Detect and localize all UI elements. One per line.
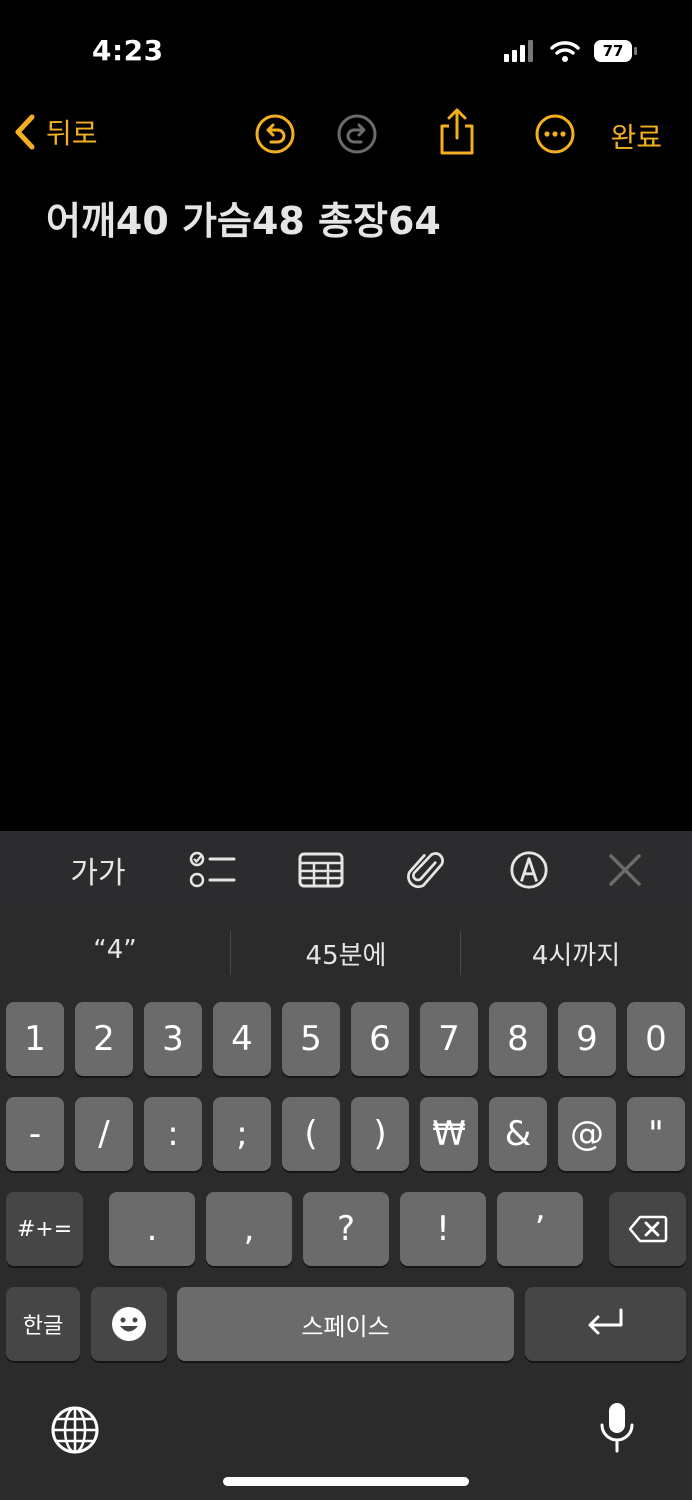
backspace-key[interactable]	[609, 1192, 686, 1266]
key[interactable]: ,	[206, 1192, 292, 1266]
key[interactable]: &	[489, 1097, 547, 1171]
status-icons: 77	[504, 40, 637, 62]
back-button[interactable]: 뒤로	[14, 112, 98, 152]
battery-indicator: 77	[594, 40, 637, 62]
key[interactable]: @	[558, 1097, 616, 1171]
chevron-left-icon	[15, 114, 35, 150]
suggestion-item[interactable]: 4시까지	[461, 935, 691, 972]
key[interactable]: 4	[213, 1002, 271, 1076]
emoji-key[interactable]	[91, 1287, 167, 1361]
emoji-icon	[112, 1307, 146, 1341]
key[interactable]: 8	[489, 1002, 547, 1076]
suggestion-item[interactable]: “4”	[0, 935, 230, 965]
markup-pen-icon[interactable]	[508, 850, 550, 890]
key[interactable]: .	[109, 1192, 195, 1266]
done-button[interactable]: 완료	[610, 116, 662, 156]
key[interactable]: ;	[213, 1097, 271, 1171]
key[interactable]: ’	[497, 1192, 583, 1266]
key[interactable]: ₩	[420, 1097, 478, 1171]
format-toolbar: 가가	[0, 831, 692, 909]
battery-level: 77	[602, 42, 624, 60]
key[interactable]: )	[351, 1097, 409, 1171]
more-options-icon[interactable]	[534, 113, 576, 155]
wifi-icon	[550, 41, 580, 62]
keyboard: “4” 45분에 4시까지 1 2 3 4 5 6 7 8 9 0 - / : …	[0, 909, 692, 1500]
status-time: 4:23	[92, 34, 164, 67]
undo-icon[interactable]	[254, 113, 296, 155]
checklist-icon[interactable]	[188, 850, 236, 890]
key[interactable]: 5	[282, 1002, 340, 1076]
back-label: 뒤로	[46, 117, 98, 150]
key[interactable]: ?	[303, 1192, 389, 1266]
note-body-text[interactable]: 어깨40 가슴48 총장64	[46, 190, 441, 245]
close-icon[interactable]	[608, 850, 642, 890]
return-key[interactable]	[525, 1287, 686, 1361]
backspace-icon	[628, 1215, 667, 1243]
cellular-signal-icon	[504, 40, 533, 62]
suggestion-item[interactable]: 45분에	[231, 935, 461, 972]
key[interactable]: 0	[627, 1002, 685, 1076]
text-style-button[interactable]: 가가	[66, 850, 130, 891]
key[interactable]: 1	[6, 1002, 64, 1076]
return-icon	[588, 1308, 622, 1335]
home-indicator[interactable]	[223, 1477, 469, 1486]
language-key[interactable]: 한글	[6, 1287, 80, 1361]
key[interactable]: :	[144, 1097, 202, 1171]
more-symbols-key[interactable]: #+=	[6, 1192, 83, 1266]
microphone-icon[interactable]	[598, 1401, 636, 1455]
globe-icon[interactable]	[50, 1405, 100, 1455]
key[interactable]: "	[627, 1097, 685, 1171]
key[interactable]: 2	[75, 1002, 133, 1076]
key[interactable]: 9	[558, 1002, 616, 1076]
paperclip-icon[interactable]	[406, 850, 448, 890]
space-key[interactable]: 스페이스	[177, 1287, 514, 1361]
redo-icon[interactable]	[336, 113, 378, 155]
suggestion-bar: “4” 45분에 4시까지	[0, 909, 692, 997]
table-icon[interactable]	[298, 850, 344, 890]
key[interactable]: /	[75, 1097, 133, 1171]
key[interactable]: -	[6, 1097, 64, 1171]
key[interactable]: (	[282, 1097, 340, 1171]
key[interactable]: 7	[420, 1002, 478, 1076]
key[interactable]: 3	[144, 1002, 202, 1076]
share-icon[interactable]	[436, 108, 478, 156]
key[interactable]: !	[400, 1192, 486, 1266]
key[interactable]: 6	[351, 1002, 409, 1076]
